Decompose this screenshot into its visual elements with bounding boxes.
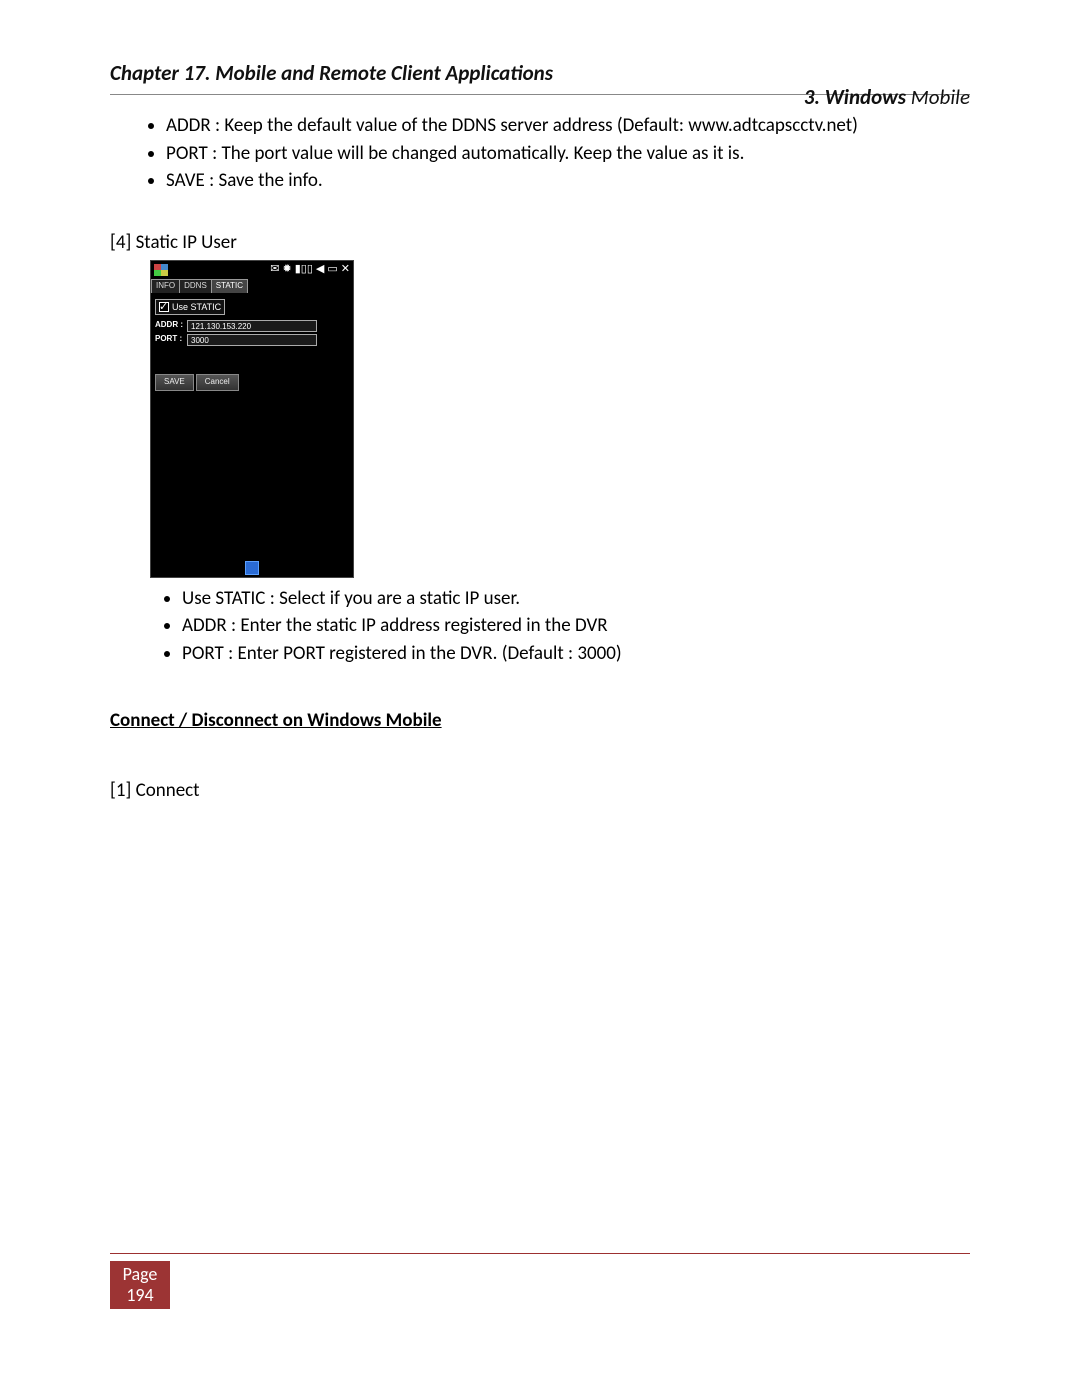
- connect-disconnect-heading: Connect / Disconnect on Windows Mobile: [110, 708, 970, 734]
- static-bullet-list: Use STATIC : Select if you are a static …: [110, 586, 970, 667]
- page-number: 194: [126, 1285, 153, 1306]
- list-item: Use STATIC : Select if you are a static …: [182, 586, 970, 612]
- status-icons: ✉ ✹ ▮▯▯ ◀ ▭ ✕: [270, 264, 350, 275]
- step-4-label: [4] Static IP User: [110, 230, 970, 256]
- wm-body: Use STATIC ADDR : 121.130.153.220 PORT :…: [151, 293, 353, 391]
- save-button[interactable]: SAVE: [155, 374, 194, 391]
- step-1-connect-label: [1] Connect: [110, 778, 970, 804]
- document-page: Chapter 17. Mobile and Remote Client App…: [0, 0, 1080, 1397]
- addr-input[interactable]: 121.130.153.220: [187, 320, 317, 332]
- wm-status-bar: ✉ ✹ ▮▯▯ ◀ ▭ ✕: [151, 261, 353, 279]
- signal-icon: ▮▯▯: [295, 264, 313, 275]
- use-static-checkbox-row[interactable]: Use STATIC: [155, 299, 225, 315]
- list-item: ADDR : Keep the default value of the DDN…: [166, 113, 970, 139]
- section-title: 3. Windows Mobile: [804, 84, 970, 110]
- list-item: SAVE : Save the info.: [166, 168, 970, 194]
- wm-taskbar: [151, 559, 353, 577]
- port-label: PORT :: [155, 334, 187, 345]
- port-field-row: PORT : 3000: [155, 334, 349, 346]
- chapter-title: Chapter 17. Mobile and Remote Client App…: [110, 60, 970, 86]
- list-item: PORT : The port value will be changed au…: [166, 141, 970, 167]
- section-title-bold: 3. Windows: [804, 84, 906, 110]
- cancel-button[interactable]: Cancel: [196, 374, 239, 391]
- taskbar-app-icon[interactable]: [245, 561, 259, 575]
- close-icon[interactable]: ✕: [341, 264, 350, 275]
- checkbox-checked-icon[interactable]: [159, 302, 169, 312]
- page-word: Page: [123, 1264, 158, 1285]
- addr-label: ADDR :: [155, 320, 187, 331]
- sync-icon: ✹: [283, 264, 292, 275]
- windows-start-icon[interactable]: [154, 264, 168, 276]
- page-header: Chapter 17. Mobile and Remote Client App…: [110, 60, 970, 95]
- battery-icon: ▭: [327, 264, 337, 275]
- tab-ddns[interactable]: DDNS: [179, 279, 212, 293]
- use-static-label: Use STATIC: [172, 301, 221, 313]
- addr-field-row: ADDR : 121.130.153.220: [155, 320, 349, 332]
- mail-icon: ✉: [270, 264, 279, 275]
- volume-icon: ◀: [316, 264, 324, 275]
- footer-rule: [110, 1253, 970, 1254]
- section-title-rest: Mobile: [906, 84, 970, 110]
- list-item: ADDR : Enter the static IP address regis…: [182, 613, 970, 639]
- port-input[interactable]: 3000: [187, 334, 317, 346]
- tab-static[interactable]: STATIC: [211, 279, 248, 293]
- page-number-badge: Page 194: [110, 1261, 170, 1309]
- wm-tabs: INFO DDNS STATIC: [151, 279, 353, 293]
- ddns-bullet-list: ADDR : Keep the default value of the DDN…: [110, 113, 970, 194]
- list-item: PORT : Enter PORT registered in the DVR.…: [182, 641, 970, 667]
- windows-mobile-screenshot: ✉ ✹ ▮▯▯ ◀ ▭ ✕ INFO DDNS STATIC Use STATI…: [150, 260, 354, 578]
- tab-info[interactable]: INFO: [151, 279, 180, 293]
- page-content: ADDR : Keep the default value of the DDN…: [110, 113, 970, 804]
- wm-button-row: SAVE Cancel: [155, 374, 349, 391]
